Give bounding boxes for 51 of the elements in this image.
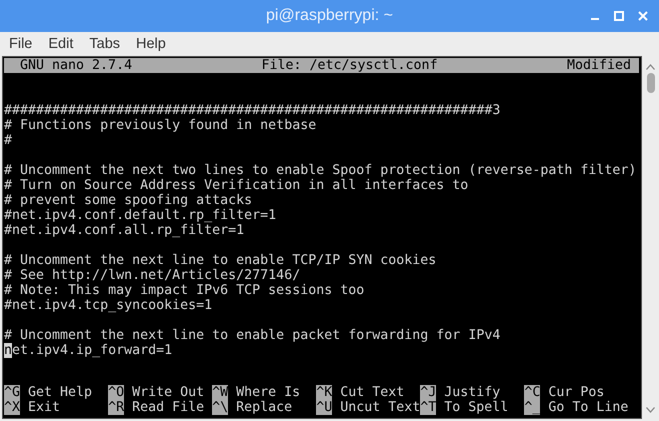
shortcut-label: Write Out [132, 385, 204, 400]
shortcut-key[interactable]: ^C [524, 385, 540, 400]
menu-item[interactable]: Edit [48, 36, 74, 52]
shortcut-label: Where Is [236, 385, 300, 400]
menu-item[interactable]: File [9, 36, 32, 52]
shortcut-key[interactable]: ^T [420, 400, 436, 415]
shortcut-key[interactable]: ^O [108, 385, 124, 400]
shortcut-key[interactable]: ^_ [524, 400, 540, 415]
terminal-line: # Uncomment the next line to enable packet forwarding for IPv4 [4, 328, 502, 343]
scrollbar-thumb[interactable] [646, 73, 654, 93]
shortcut-key[interactable]: ^W [212, 385, 228, 400]
terminal-line: #net.ipv4.conf.all.rp_filter=1 [4, 223, 246, 238]
terminal-line: #net.ipv4.conf.default.rp_filter=1 [4, 208, 278, 223]
shortcut-key[interactable]: ^J [420, 385, 436, 400]
terminal-line: # Functions previously found in netbase [4, 118, 318, 133]
shortcut-label: Replace [236, 400, 292, 415]
terminal-line: # prevent some spoofing attacks [4, 193, 254, 208]
terminal-line: #############################################################3 [4, 103, 502, 118]
shortcut-label: Cur Pos [548, 385, 604, 400]
shortcut-label: Cut Text [340, 385, 404, 400]
shortcut-key[interactable]: ^X [4, 400, 20, 415]
terminal-line: # [4, 133, 14, 148]
shortcut-key[interactable]: ^G [4, 385, 20, 400]
scroll-up-icon[interactable] [646, 64, 655, 70]
terminal-line: # See http://lwn.net/Articles/277146/ [4, 268, 302, 283]
shortcut-key[interactable]: ^R [108, 400, 124, 415]
shortcut-label: To Spell [444, 400, 508, 415]
terminal-line: #net.ipv4.tcp_syncookies=1 [4, 298, 214, 313]
menu-item[interactable]: Help [136, 36, 166, 52]
terminal-line: # Uncomment the next line to enable TCP/IP SYN cookies [4, 253, 438, 268]
window-title: pi@raspberrypi: ~ [266, 7, 393, 25]
menu-item[interactable]: Tabs [89, 36, 120, 52]
modified-status: Modified [566, 58, 631, 73]
shortcut-label: Go To Line [548, 400, 628, 415]
shortcut-label: Exit [28, 400, 60, 415]
terminal-line: net.ipv4.ip_forward=1 [4, 343, 174, 358]
terminal-line: # Turn on Source Address Verification in all interfaces to [4, 178, 470, 193]
app-version: GNU nano 2.7.4 [20, 58, 132, 73]
shortcut-label: Uncut Text [340, 400, 420, 415]
shortcut-key[interactable]: ^K [316, 385, 332, 400]
file-name: File: /etc/sysctl.conf [261, 58, 438, 73]
terminal-line: # Note: This may impact IPv6 TCP sessions too [4, 283, 366, 298]
shortcut-label: Get Help [28, 385, 92, 400]
scroll-down-icon[interactable] [646, 407, 655, 413]
shortcut-key[interactable]: ^\ [212, 400, 228, 415]
shortcut-label: Read File [132, 400, 204, 415]
shortcut-key[interactable]: ^U [316, 400, 332, 415]
shortcut-label: Justify [444, 385, 500, 400]
terminal-line: # Uncomment the next two lines to enable Spoof protection (reverse-path filter) [4, 163, 638, 178]
maximize-icon[interactable] [614, 11, 624, 21]
close-icon[interactable] [638, 11, 648, 21]
